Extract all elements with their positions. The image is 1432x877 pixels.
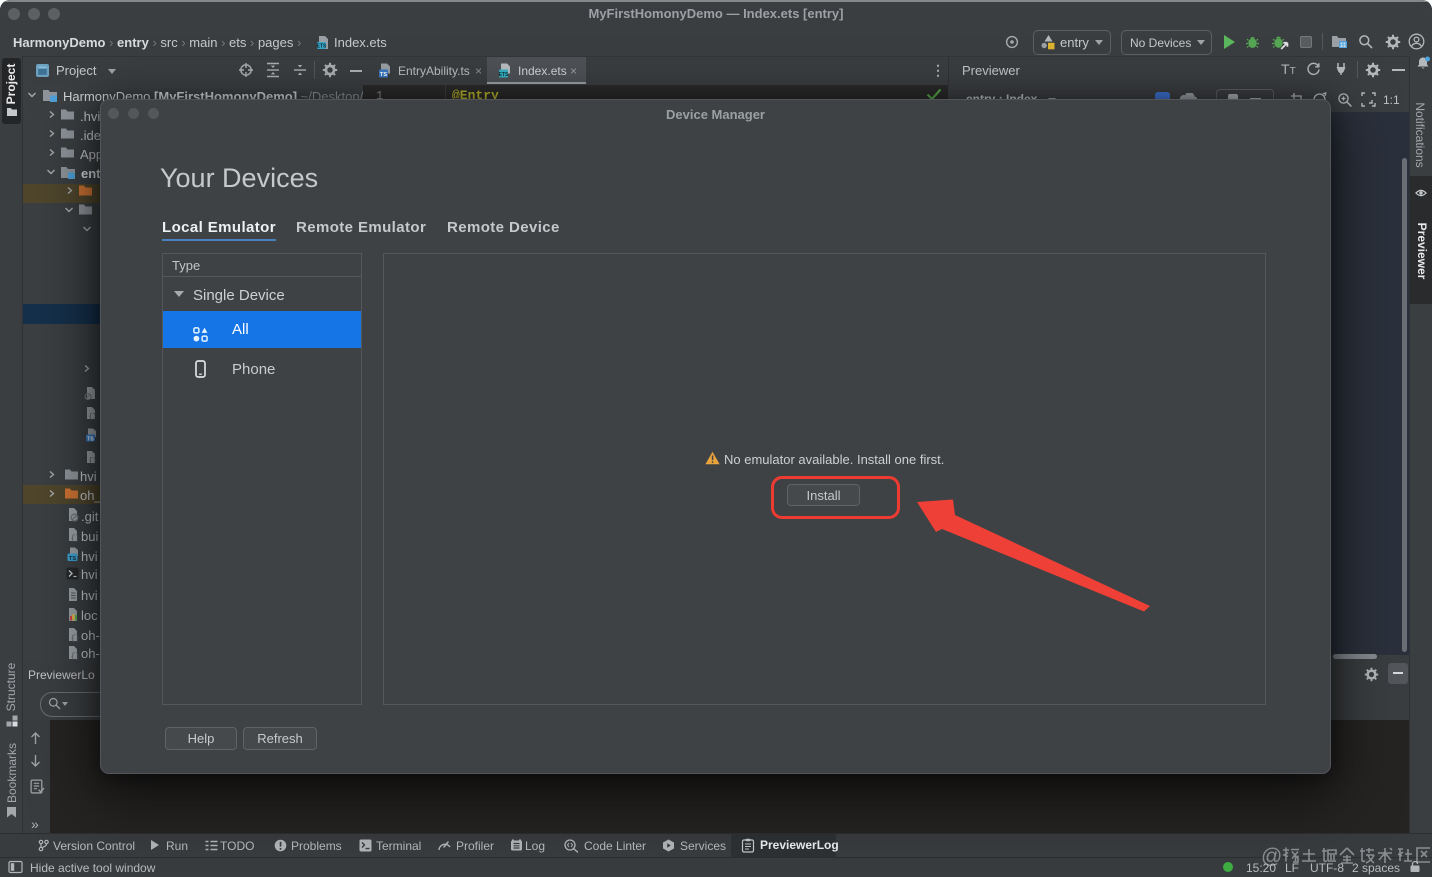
svg-text:TS: TS: [380, 72, 387, 78]
svg-text:TS: TS: [87, 436, 94, 442]
svg-text:{}: {}: [71, 535, 80, 543]
svg-text:{}: {}: [89, 414, 97, 421]
svg-text:ETS: ETS: [317, 44, 327, 50]
svg-text:{}: {}: [71, 653, 80, 661]
svg-text:ETS: ETS: [499, 72, 509, 78]
svg-text:{}: {}: [71, 635, 80, 643]
svg-text:{}: {}: [89, 458, 97, 465]
svg-text:TS: TS: [69, 556, 76, 562]
